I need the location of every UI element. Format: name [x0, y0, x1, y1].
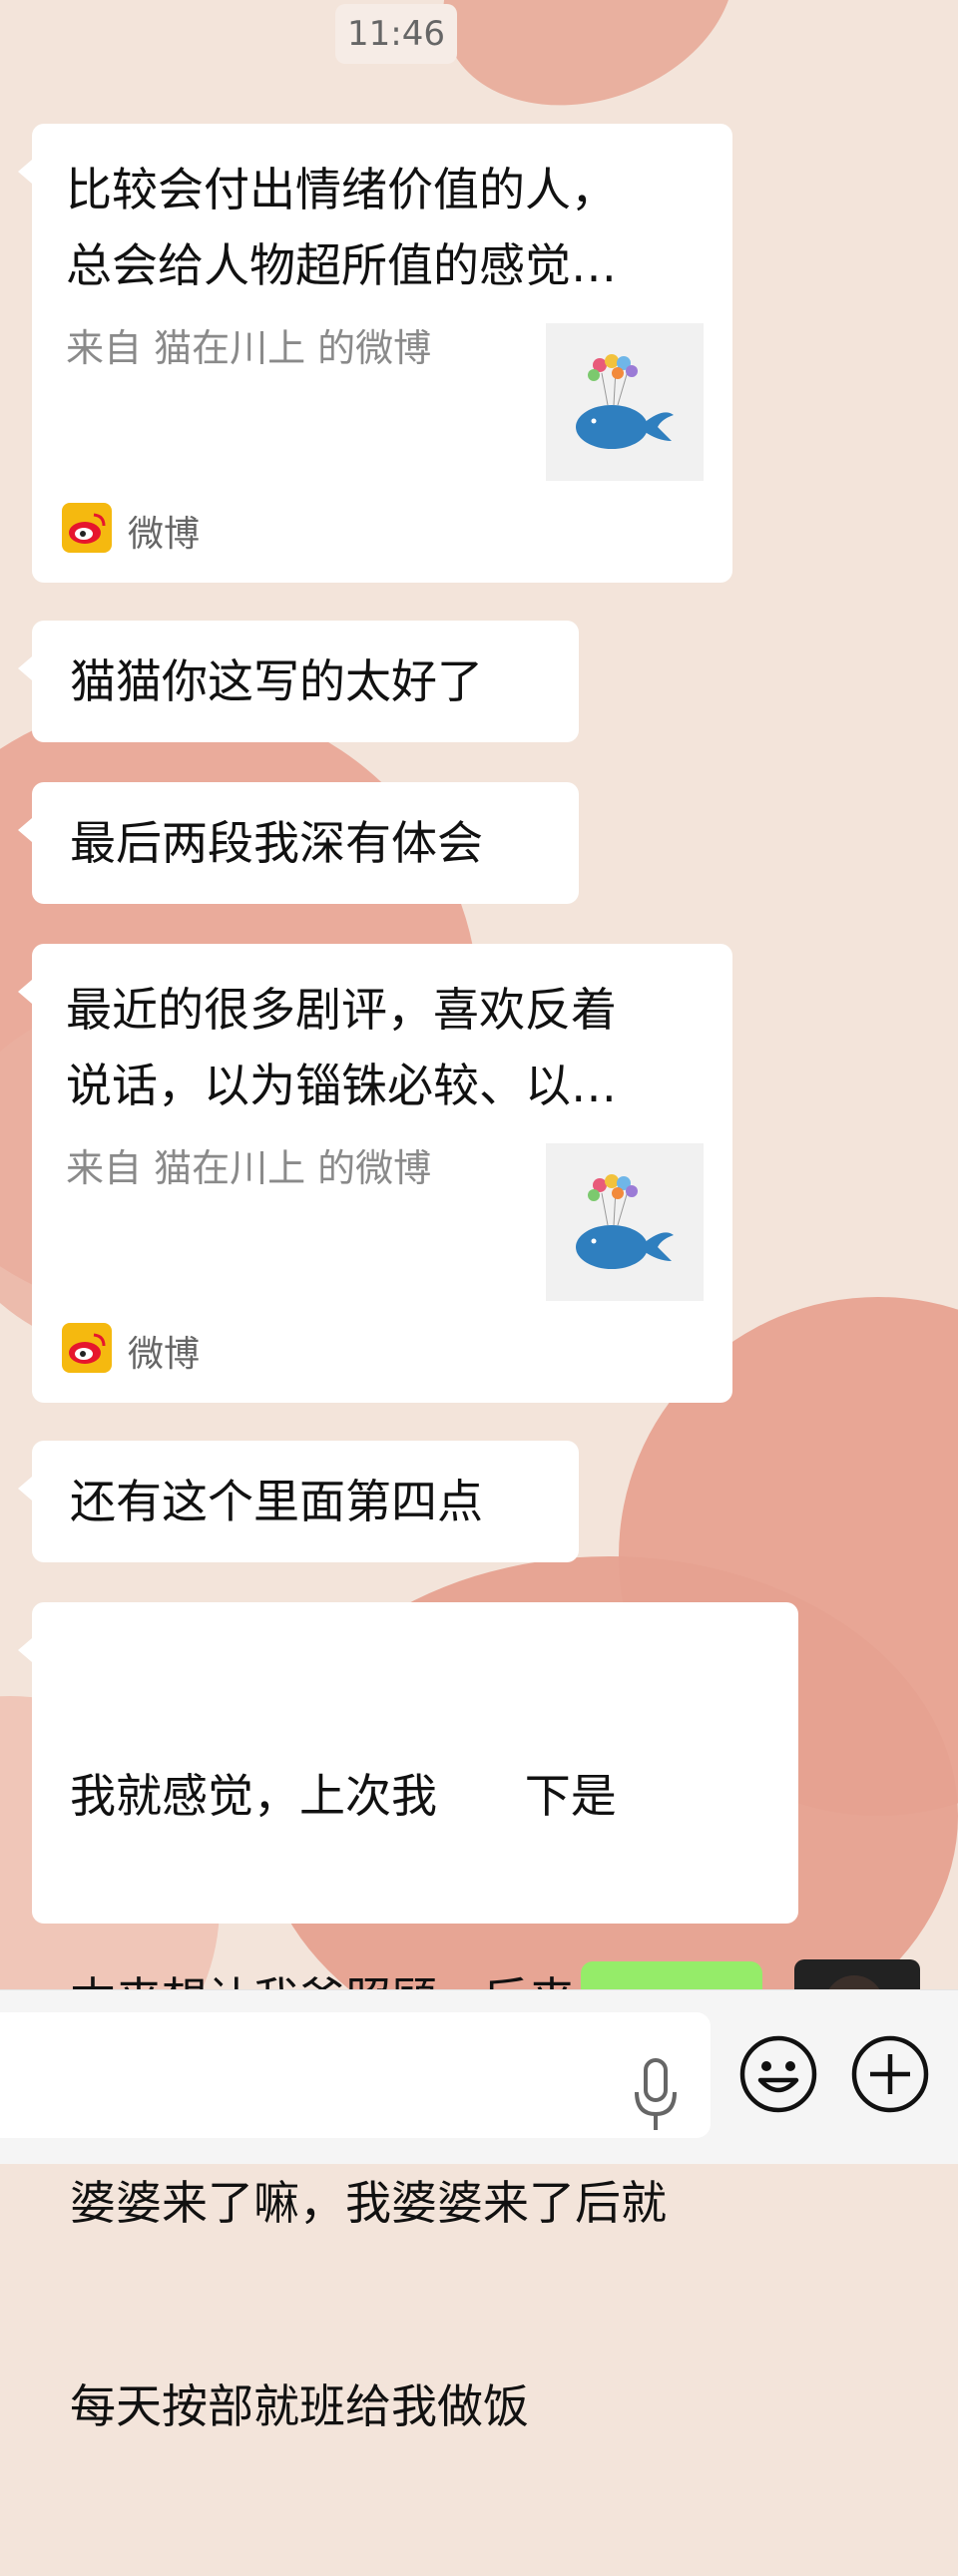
card-app-name: 微博	[128, 514, 201, 555]
card-source: 来自 猫在川上 的微博	[66, 326, 432, 370]
message-bubble[interactable]: 还有这个里面第四点	[18, 1441, 579, 1562]
card-source: 来自 猫在川上 的微博	[66, 1146, 432, 1190]
card-thumbnail	[546, 1143, 704, 1301]
chat-input-bar	[0, 1989, 958, 2164]
microphone-icon[interactable]	[631, 2056, 681, 2136]
card-title: 比较会付出情绪价值的人， 总会给人物超所值的感觉…	[66, 163, 617, 292]
message-text: 还有这个里面第四点	[70, 1475, 483, 1528]
card-thumbnail	[546, 323, 704, 481]
plus-icon[interactable]	[850, 2034, 930, 2114]
weibo-logo	[62, 1323, 112, 1373]
message-bubble[interactable]: 猫猫你这写的太好了	[18, 621, 579, 742]
card-title: 最近的很多剧评，喜欢反着 说话，以为锱铢必较、以…	[66, 983, 617, 1112]
message-text: 最后两段我深有体会	[70, 816, 483, 870]
emoji-icon[interactable]	[738, 2034, 818, 2114]
message-timestamp: 11:46	[335, 4, 457, 64]
message-input-container	[0, 2012, 711, 2138]
message-input[interactable]	[20, 2032, 603, 2120]
card-app-name: 微博	[128, 1334, 201, 1375]
weibo-share-card[interactable]: 最近的很多剧评，喜欢反着 说话，以为锱铢必较、以… 来自 猫在川上 的微博 微博	[18, 944, 732, 1403]
message-text: 猫猫你这写的太好了	[70, 654, 483, 708]
weibo-share-card[interactable]: 比较会付出情绪价值的人， 总会给人物超所值的感觉… 来自 猫在川上 的微博 微博	[18, 124, 732, 583]
message-bubble[interactable]: 我就感觉，上次我 下是 本来想让我爸照顾，后来让我 婆婆来了嘛，我婆婆来了后就 …	[18, 1602, 798, 2433]
weibo-logo	[62, 503, 112, 553]
message-bubble[interactable]: 最后两段我深有体会	[18, 782, 579, 904]
